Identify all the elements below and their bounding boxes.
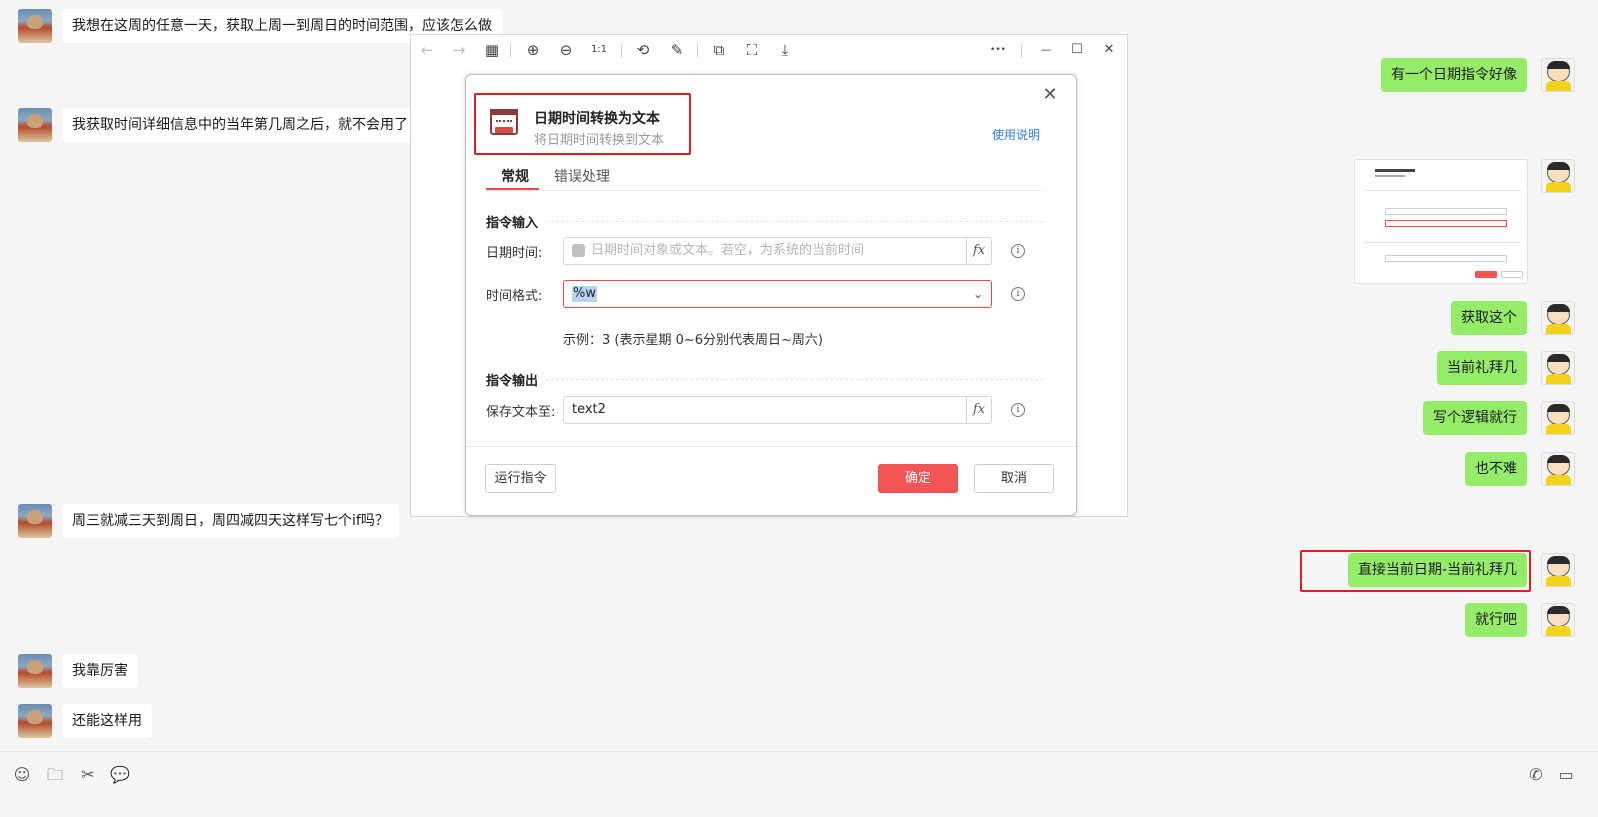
cancel-button[interactable]: 取消: [974, 464, 1054, 493]
message-bubble-right[interactable]: 当前礼拜几: [1437, 351, 1527, 385]
highlight-box: [1300, 550, 1531, 592]
scan-icon[interactable]: ⛶: [742, 41, 762, 59]
output-section-title: 指令输出: [486, 374, 539, 389]
actual-size-icon[interactable]: 1:1: [589, 41, 609, 59]
forward-icon[interactable]: →: [449, 41, 469, 59]
self-avatar[interactable]: [1541, 58, 1575, 92]
message-bubble-right[interactable]: 获取这个: [1451, 301, 1527, 335]
phone-icon[interactable]: ✆: [1526, 765, 1546, 785]
chat-history-icon[interactable]: 💬: [110, 765, 130, 785]
self-avatar[interactable]: [1541, 351, 1575, 385]
dialog-close-icon[interactable]: ✕: [1040, 85, 1060, 105]
tab-error-handling[interactable]: 错误处理: [554, 166, 610, 188]
fx-button[interactable]: fx: [966, 397, 991, 423]
tab-general[interactable]: 常规: [501, 166, 529, 188]
rotate-icon[interactable]: ⟲: [633, 41, 653, 59]
message-bubble-left[interactable]: 我获取时间详细信息中的当年第几周之后，就不会用了: [62, 108, 418, 142]
self-avatar[interactable]: [1541, 603, 1575, 637]
more-icon[interactable]: •••: [985, 41, 1011, 59]
contact-avatar[interactable]: [18, 654, 52, 688]
folder-icon[interactable]: 🗀: [45, 765, 65, 785]
help-link[interactable]: 使用说明: [992, 126, 1040, 143]
datetime-input[interactable]: 日期时间对象或文本。若空，为系统的当前时间 fx: [563, 237, 992, 265]
self-avatar[interactable]: [1541, 452, 1575, 486]
emoji-icon[interactable]: ☺: [12, 765, 32, 785]
message-bubble-right[interactable]: 也不难: [1465, 452, 1527, 486]
video-call-icon[interactable]: ▭: [1556, 765, 1576, 785]
self-avatar[interactable]: [1541, 301, 1575, 335]
zoom-out-icon[interactable]: ⊖: [556, 41, 576, 59]
self-avatar[interactable]: [1541, 553, 1575, 587]
active-tab-indicator: [486, 188, 539, 190]
fx-button[interactable]: fx: [966, 238, 991, 264]
python-icon: [572, 244, 585, 257]
scissors-icon[interactable]: ✂: [78, 765, 98, 785]
maximize-icon[interactable]: ☐: [1067, 41, 1087, 59]
command-dialog: 日期时间转换为文本 将日期时间转换到文本 使用说明 ✕ 常规 错误处理 指令输入…: [465, 74, 1077, 516]
contact-avatar[interactable]: [18, 9, 52, 43]
edit-icon[interactable]: ✎: [667, 41, 687, 59]
message-bubble-left[interactable]: 我靠厉害: [62, 654, 138, 688]
message-input-bar[interactable]: ☺ 🗀 ✂ 💬 ✆ ▭: [0, 751, 1598, 817]
title-highlight-box: [474, 93, 691, 155]
save-text-value: text2: [572, 402, 606, 417]
extract-icon[interactable]: ⧉: [709, 41, 729, 59]
grid-icon[interactable]: ▦: [482, 41, 502, 59]
back-icon[interactable]: ←: [417, 41, 437, 59]
contact-avatar[interactable]: [18, 108, 52, 142]
message-bubble-left[interactable]: 周三就减三天到周日，周四减四天这样写七个if吗？: [62, 504, 399, 538]
format-value: %w: [572, 286, 597, 302]
contact-avatar[interactable]: [18, 704, 52, 738]
viewer-toolbar: ← → ▦ ⊕ ⊖ 1:1 ⟲ ✎ ⧉ ⛶ ⤓ ••• — ☐ ✕: [411, 35, 1127, 65]
message-bubble-right[interactable]: 就行吧: [1465, 603, 1527, 637]
zoom-in-icon[interactable]: ⊕: [523, 41, 543, 59]
datetime-placeholder: 日期时间对象或文本。若空，为系统的当前时间: [591, 243, 865, 258]
info-icon[interactable]: i: [1011, 403, 1025, 417]
format-label: 时间格式:: [486, 289, 543, 304]
info-icon[interactable]: i: [1011, 244, 1025, 258]
image-viewer-window: ← → ▦ ⊕ ⊖ 1:1 ⟲ ✎ ⧉ ⛶ ⤓ ••• — ☐ ✕ 日期时间转换…: [410, 34, 1128, 517]
message-bubble-right[interactable]: 有一个日期指令好像: [1381, 58, 1527, 92]
message-bubble-right[interactable]: 写个逻辑就行: [1423, 401, 1527, 435]
screenshot-thumbnail[interactable]: [1354, 159, 1528, 284]
minimize-icon[interactable]: —: [1036, 41, 1056, 59]
close-icon[interactable]: ✕: [1099, 41, 1119, 59]
format-select[interactable]: %w ⌄: [563, 280, 992, 308]
save-text-input[interactable]: text2 fx: [563, 396, 992, 424]
input-section-title: 指令输入: [486, 216, 539, 231]
format-example: 示例：3 (表示星期 0~6分别代表周日~周六): [563, 333, 824, 348]
contact-avatar[interactable]: [18, 504, 52, 538]
run-command-button[interactable]: 运行指令: [485, 464, 556, 493]
confirm-button[interactable]: 确定: [878, 464, 958, 493]
self-avatar[interactable]: [1541, 401, 1575, 435]
datetime-label: 日期时间:: [486, 246, 543, 261]
self-avatar[interactable]: [1541, 159, 1575, 193]
message-bubble-left[interactable]: 还能这样用: [62, 704, 152, 738]
download-icon[interactable]: ⤓: [775, 41, 795, 59]
info-icon[interactable]: i: [1011, 287, 1025, 301]
save-text-label: 保存文本至:: [486, 405, 556, 420]
chevron-down-icon[interactable]: ⌄: [973, 281, 983, 307]
